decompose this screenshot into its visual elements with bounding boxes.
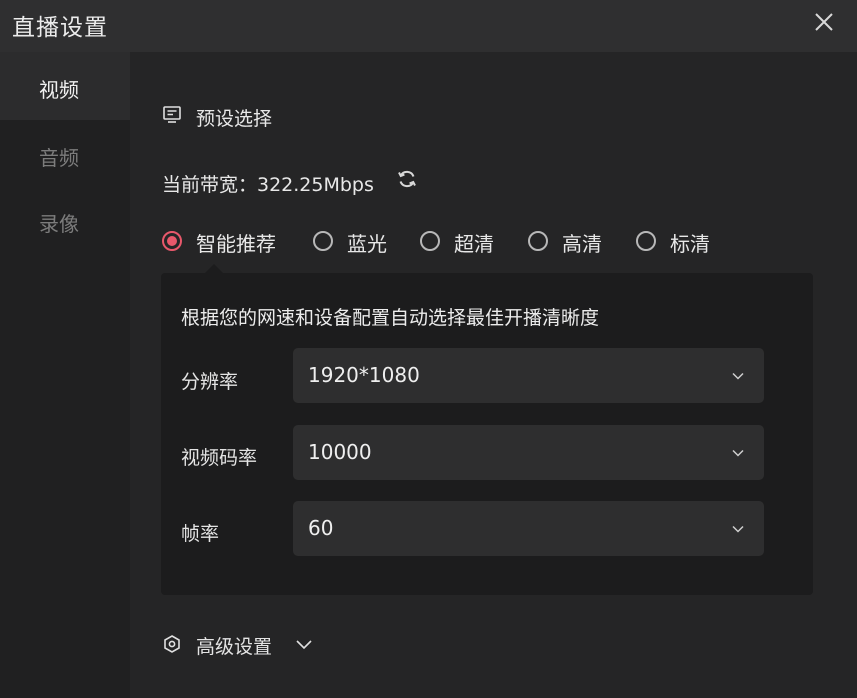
sidebar-item-video[interactable]: 视频 (0, 52, 130, 120)
sidebar-item-label: 视频 (39, 78, 79, 102)
refresh-icon (398, 170, 416, 188)
resolution-label: 分辨率 (181, 371, 239, 393)
radio-label: 高清 (562, 232, 602, 256)
radio-label: 智能推荐 (196, 232, 276, 256)
hexagon-settings-icon (164, 635, 180, 653)
bitrate-label: 视频码率 (181, 447, 258, 469)
close-button[interactable] (809, 8, 839, 38)
chevron-down-icon (732, 525, 744, 533)
sidebar-item-recording[interactable]: 录像 (0, 186, 130, 254)
radio-circle (636, 231, 656, 251)
chevron-down-icon (296, 640, 312, 650)
preset-detail-panel: 根据您的网速和设备配置自动选择最佳开播清晰度 分辨率 1920*1080 视频码… (161, 264, 813, 595)
chevron-down-icon (732, 372, 744, 380)
radio-label: 标清 (670, 232, 710, 256)
resolution-select[interactable]: 1920*1080 (293, 348, 764, 403)
radio-circle (420, 231, 440, 251)
preset-description: 根据您的网速和设备配置自动选择最佳开播清晰度 (181, 307, 600, 329)
bitrate-value: 10000 (308, 440, 372, 464)
main-content: 预设选择 当前带宽：322.25Mbps 智能推荐 蓝光 超清 高清 标清 根据… (130, 52, 857, 698)
framerate-value: 60 (308, 516, 334, 540)
bitrate-select[interactable]: 10000 (293, 425, 764, 480)
refresh-button[interactable] (396, 168, 418, 190)
radio-circle (162, 231, 182, 251)
radio-circle (313, 231, 333, 251)
sidebar-item-label: 录像 (39, 212, 79, 236)
sidebar: 视频 音频 录像 (0, 52, 130, 698)
preset-list-icon (163, 106, 181, 123)
resolution-value: 1920*1080 (308, 363, 420, 387)
radio-label: 蓝光 (347, 232, 387, 256)
sidebar-item-label: 音频 (39, 146, 79, 170)
sidebar-item-audio[interactable]: 音频 (0, 120, 130, 188)
framerate-select[interactable]: 60 (293, 501, 764, 556)
preset-heading: 预设选择 (196, 108, 273, 130)
radio-label: 超清 (454, 232, 494, 256)
advanced-settings-label: 高级设置 (196, 636, 273, 658)
framerate-label: 帧率 (181, 523, 220, 545)
chevron-down-icon (732, 449, 744, 457)
radio-circle (528, 231, 548, 251)
close-icon (815, 13, 833, 31)
bandwidth-text: 当前带宽：322.25Mbps (162, 174, 374, 196)
window-title: 直播设置 (12, 15, 108, 41)
title-bar: 直播设置 (0, 0, 857, 52)
